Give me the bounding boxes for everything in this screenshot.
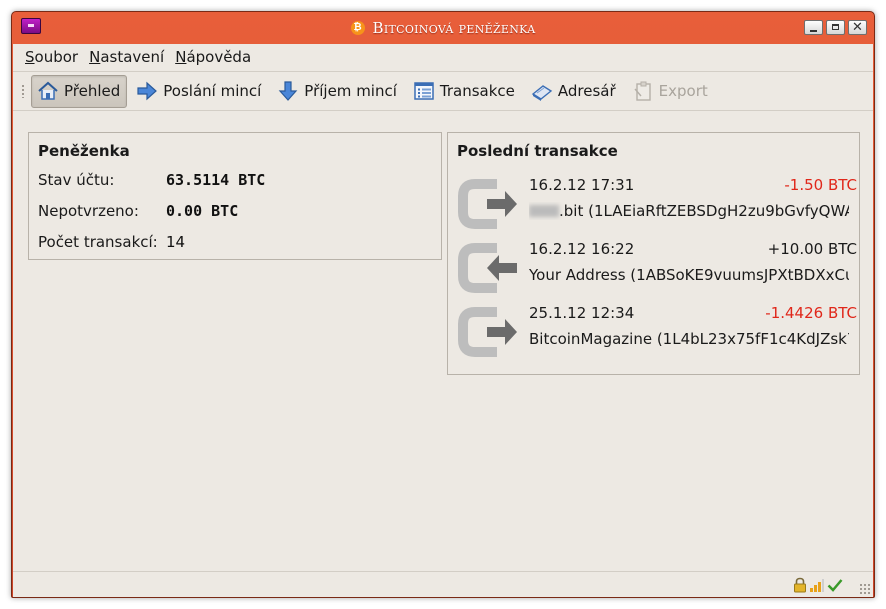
- redacted-text: [529, 205, 559, 217]
- home-icon: [38, 81, 58, 100]
- signal-icon: [810, 579, 824, 592]
- title-bar[interactable]: ₿ Bitcoinová peněženka ✕: [12, 12, 874, 44]
- transaction-date: 16.2.12 17:31: [529, 176, 635, 194]
- outgoing-transaction-icon: [458, 179, 517, 229]
- overview-label: Přehled: [64, 82, 121, 100]
- export-button: Export: [626, 75, 715, 108]
- address-book-button[interactable]: Adresář: [525, 75, 623, 108]
- menu-settings-label: astavení: [100, 48, 165, 66]
- address-book-icon: [531, 85, 553, 101]
- menu-file-label: oubor: [34, 48, 79, 66]
- transaction-item[interactable]: 16.2.12 16:22 +10.00 BTC Your Address (1…: [457, 240, 857, 294]
- menu-file-accel: S: [25, 48, 35, 66]
- menu-help-accel: N: [175, 48, 187, 66]
- wallet-panel: Peněženka Stav účtu: 63.5114 BTC Nepotvr…: [28, 132, 442, 260]
- toolbar-grip[interactable]: [21, 84, 25, 98]
- transactions-label: Transakce: [439, 82, 515, 100]
- transaction-item[interactable]: 25.1.12 12:34 -1.4426 BTC BitcoinMagazin…: [457, 304, 857, 358]
- transaction-amount: -1.4426 BTC: [765, 304, 857, 322]
- receive-coins-label: Příjem mincí: [304, 82, 397, 100]
- unconfirmed-value: 0.00 BTC: [166, 202, 239, 220]
- receive-coins-button[interactable]: Příjem mincí: [271, 75, 404, 108]
- transaction-description: .bit (1LAEiaRftZEBSDgH2zu9bGvfyQWAI: [529, 202, 849, 220]
- minimize-icon: [810, 30, 817, 32]
- check-icon: [827, 579, 843, 592]
- export-icon: [634, 81, 651, 101]
- maximize-button[interactable]: [826, 20, 845, 35]
- transaction-date: 16.2.12 16:22: [529, 240, 635, 258]
- send-arrow-icon: [137, 81, 158, 101]
- transaction-item[interactable]: 16.2.12 17:31 -1.50 BTC .bit (1LAEiaRftZ…: [457, 176, 857, 230]
- lock-icon: [794, 577, 806, 593]
- export-label: Export: [658, 82, 708, 100]
- outgoing-transaction-icon: [458, 307, 517, 357]
- minimize-button[interactable]: [804, 20, 823, 35]
- status-bar: [13, 571, 873, 597]
- menu-settings[interactable]: Nastavení: [89, 48, 164, 66]
- send-coins-label: Poslání mincí: [163, 82, 262, 100]
- balance-value: 63.5114 BTC: [166, 171, 266, 189]
- resize-grip[interactable]: [859, 583, 871, 595]
- overview-button[interactable]: Přehled: [31, 74, 128, 108]
- recent-transactions-panel: Poslední transakce 16.2.12 17:31 -1.50 B…: [447, 132, 860, 375]
- wallet-title: Peněženka: [38, 142, 130, 160]
- menu-file[interactable]: Soubor: [25, 48, 78, 66]
- tx-count-value: 14: [166, 233, 186, 251]
- balance-label: Stav účtu:: [38, 171, 115, 189]
- app-window: ₿ Bitcoinová peněženka ✕ Soubor Nastaven…: [11, 11, 875, 598]
- transaction-amount: +10.00 BTC: [767, 240, 857, 258]
- list-icon: [414, 82, 434, 100]
- transaction-description-text: .bit (1LAEiaRftZEBSDgH2zu9bGvfyQWAI: [559, 202, 849, 220]
- title-wrap: ₿ Bitcoinová peněženka: [12, 12, 874, 44]
- maximize-icon: [832, 24, 839, 30]
- close-icon: ✕: [852, 20, 863, 35]
- window-title: Bitcoinová peněženka: [372, 19, 536, 37]
- unconfirmed-label: Nepotvrzeno:: [38, 202, 139, 220]
- transaction-description: Your Address (1ABSoKE9vuumsJPXtBDXxCu: [529, 266, 849, 284]
- incoming-transaction-icon: [458, 243, 517, 293]
- close-button[interactable]: ✕: [848, 20, 867, 35]
- receive-arrow-icon: [278, 81, 298, 101]
- transactions-button[interactable]: Transakce: [407, 75, 522, 108]
- bitcoin-logo-icon: ₿: [350, 21, 365, 35]
- address-book-label: Adresář: [557, 82, 616, 100]
- transaction-date: 25.1.12 12:34: [529, 304, 635, 322]
- menu-help[interactable]: Nápověda: [175, 48, 251, 66]
- menu-help-label: ápověda: [186, 48, 252, 66]
- main-toolbar: Přehled Poslání mincí Příjem mincí Trans…: [13, 71, 873, 111]
- transaction-description: BitcoinMagazine (1L4bL23x75fF1c4KdJZsk7\: [529, 330, 849, 348]
- status-icons: [793, 577, 843, 593]
- client-area: Soubor Nastavení Nápověda Přehled Poslán…: [13, 44, 873, 597]
- menu-settings-accel: N: [89, 48, 101, 66]
- send-coins-button[interactable]: Poslání mincí: [130, 75, 268, 108]
- transaction-amount: -1.50 BTC: [784, 176, 857, 194]
- recent-transactions-title: Poslední transakce: [457, 142, 618, 160]
- menu-bar: Soubor Nastavení Nápověda: [13, 44, 873, 70]
- window-controls: ✕: [804, 20, 867, 35]
- tx-count-label: Počet transakcí:: [38, 233, 158, 251]
